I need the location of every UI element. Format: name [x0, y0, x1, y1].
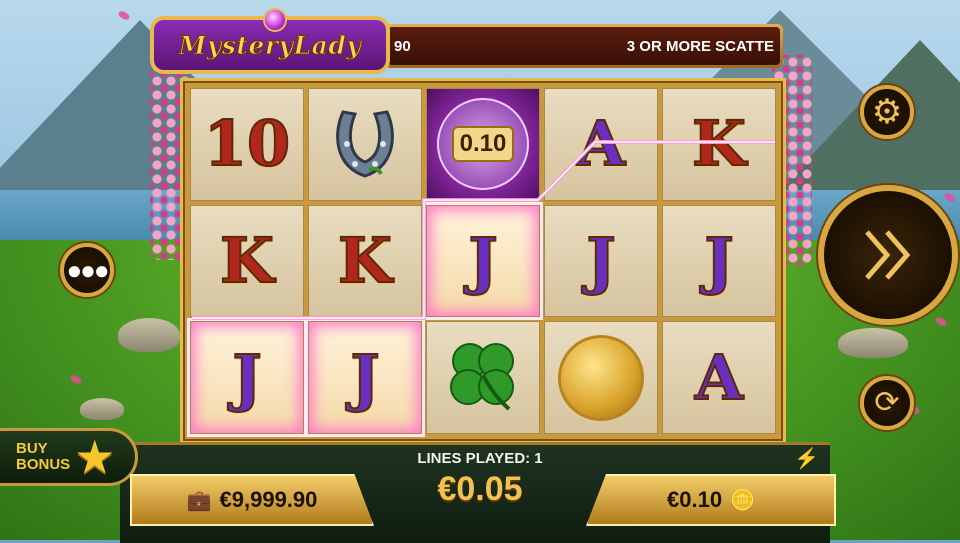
coin-value: €0.10: [667, 487, 723, 512]
info-ticker: 90 3 OR MORE SCATTE: [385, 24, 783, 68]
reel-cell: A: [544, 88, 658, 201]
buy-bonus-line2: BONUS: [16, 456, 71, 473]
autoplay-button[interactable]: ⟳: [860, 376, 914, 430]
bet-selector[interactable]: €0.10 🪙: [586, 474, 836, 526]
reel-cell: A: [662, 321, 776, 434]
symbol-a: A: [694, 340, 744, 414]
balance-display: 💼 €9,999.90: [130, 474, 374, 526]
ticker-text-left: 90: [394, 37, 411, 55]
logo-gem-icon: [263, 8, 287, 32]
turbo-icon[interactable]: ⚡: [794, 446, 819, 471]
buy-bonus-label: BUY BONUS: [16, 441, 70, 473]
coin-stack-icon: 🪙: [730, 489, 755, 512]
menu-button[interactable]: ●●●: [60, 243, 114, 297]
symbol-10: 10: [203, 107, 291, 181]
spin-button[interactable]: [818, 185, 958, 325]
reel-cell: 10: [190, 88, 304, 201]
reel-cell: [544, 321, 658, 434]
rock: [838, 328, 908, 358]
game-logo: MysteryLady: [150, 8, 390, 74]
reel-cell: K: [662, 88, 776, 201]
reel-board: 10 0.10 A K K K J J J J J A: [180, 78, 786, 444]
reel-cell: J: [544, 204, 658, 318]
chevrons-right-icon: [865, 230, 911, 280]
mystery-value: 0.10: [451, 126, 515, 163]
reel-cell: [308, 88, 422, 201]
symbol-j: J: [231, 340, 262, 414]
logo-text: MysteryLady: [178, 30, 362, 60]
reel-cell: K: [308, 204, 422, 318]
symbol-j: J: [349, 340, 380, 414]
refresh-icon: ⟳: [874, 386, 900, 419]
symbol-j: J: [467, 223, 498, 297]
wallet-icon: 💼: [186, 489, 212, 512]
lines-played: LINES PLAYED: 1: [417, 450, 543, 467]
rock: [80, 398, 124, 420]
mystery-orb: 0.10: [437, 98, 529, 191]
reel-grid: 10 0.10 A K K K J J J J J A: [190, 88, 776, 434]
symbol-k: K: [691, 107, 747, 181]
star-icon: ★: [74, 431, 116, 483]
balance-value: €9,999.90: [219, 487, 318, 512]
symbol-j: J: [585, 223, 616, 297]
clover-icon: [450, 342, 514, 411]
ticker-text-right: 3 OR MORE SCATTE: [626, 37, 774, 55]
coin-icon: [558, 334, 644, 421]
more-dots-icon: ●●●: [66, 255, 109, 285]
symbol-k: K: [337, 223, 393, 297]
reel-cell-winning: J: [190, 321, 304, 434]
gear-icon: ⚙: [871, 93, 903, 131]
symbol-k: K: [219, 223, 275, 297]
bet-amount: €0.05: [437, 470, 523, 508]
symbol-j: J: [703, 223, 734, 297]
reel-cell-winning: J: [426, 204, 540, 318]
reel-cell: K: [190, 204, 304, 318]
reel-cell: J: [662, 204, 776, 318]
buy-bonus-button[interactable]: BUY BONUS ★: [0, 428, 138, 486]
reel-cell-winning: J: [308, 321, 422, 434]
horseshoe-icon: [336, 110, 394, 178]
reel-cell-mystery: 0.10: [426, 88, 540, 201]
settings-button[interactable]: ⚙: [860, 85, 914, 139]
buy-bonus-line1: BUY: [16, 440, 48, 457]
symbol-a: A: [576, 107, 626, 181]
reel-cell: [426, 321, 540, 434]
rock: [118, 318, 180, 352]
ticker-text: 90 3 OR MORE SCATTE: [388, 27, 780, 65]
